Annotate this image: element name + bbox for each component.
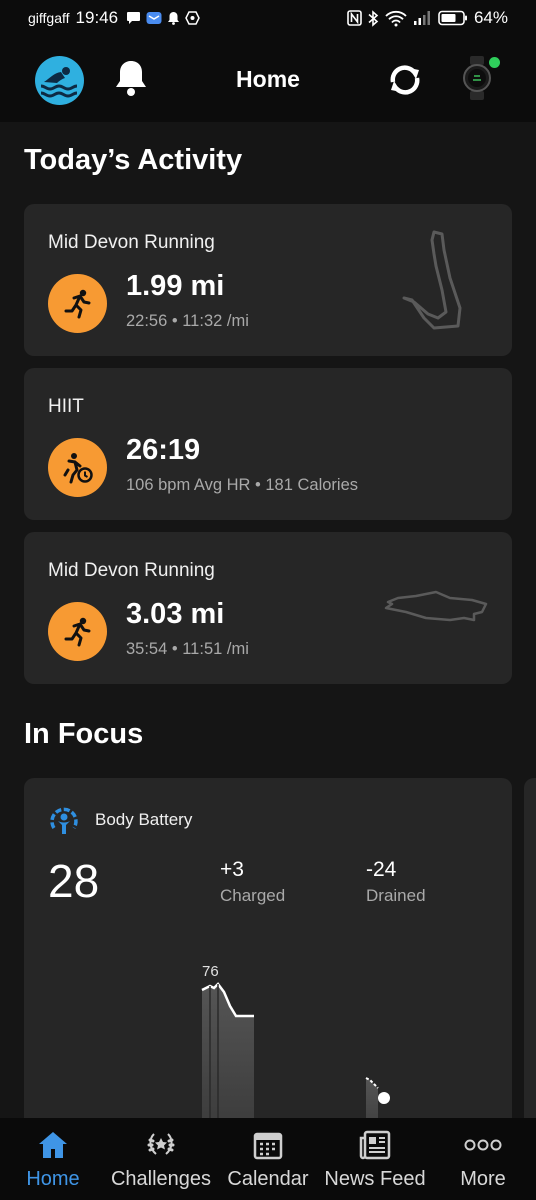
nav-calendar[interactable]: Calendar [213,1118,323,1200]
activity-name: HIIT [48,396,84,417]
nav-challenges-label: Challenges [110,1168,212,1190]
activity-details: 35:54 • 11:51 /mi [126,640,249,658]
app-notification-icon [185,10,200,25]
activity-name: Mid Devon Running [48,232,215,253]
activity-duration: 26:19 [126,434,201,466]
activity-card[interactable]: Mid Devon Running 1.99 mi 22:56 • 11:32 … [24,204,512,356]
mail-notification-icon [146,12,162,24]
activity-distance: 3.03 mi [126,598,225,630]
activity-details: 22:56 • 11:32 /mi [126,312,249,330]
device-connected-indicator [489,57,500,68]
laurel-icon [145,1130,177,1160]
app-header: Home [0,36,536,122]
signal-icon [413,11,430,25]
nfc-icon [347,10,362,26]
activity-name: Mid Devon Running [48,560,215,581]
status-bar: giffgaff 19:46 64% [0,0,536,36]
wifi-icon [385,10,407,26]
charged-value: +3 [220,858,244,881]
activity-distance: 1.99 mi [126,270,225,302]
activity-card[interactable]: Mid Devon Running 3.03 mi 35:54 • 11:51 … [24,532,512,684]
nav-home-label: Home [26,1168,80,1190]
nav-calendar-label: Calendar [227,1168,309,1190]
newsfeed-icon [359,1130,391,1160]
todays-activity-heading: Today’s Activity [24,144,243,176]
nav-more-label: More [460,1168,506,1190]
activity-card[interactable]: HIIT 26:19 106 bpm Avg HR • 181 Calories [24,368,512,520]
nav-more[interactable]: More [428,1118,536,1200]
battery-icon [438,10,467,26]
body-battery-chart: 76 [201,963,390,1138]
more-icon [464,1130,502,1160]
route-map [384,590,488,622]
charged-stat: +3 Charged [220,858,285,906]
nav-news-feed[interactable]: News Feed [320,1118,430,1200]
carrier-name: giffgaff [28,10,70,26]
charged-label: Charged [220,886,286,905]
clock: 19:46 [75,8,119,27]
next-focus-card-peek[interactable] [524,778,536,1138]
chat-notification-icon [127,12,141,24]
calendar-icon [253,1130,283,1160]
in-focus-heading: In Focus [24,718,144,750]
alarm-bell-icon [168,12,180,25]
hiit-icon [48,438,107,497]
sync-icon[interactable] [385,60,425,100]
bluetooth-icon [368,9,379,27]
activity-details: 106 bpm Avg HR • 181 Calories [126,476,359,494]
nav-news-feed-label: News Feed [324,1168,426,1190]
nav-challenges[interactable]: Challenges [106,1118,216,1200]
battery-percent: 64% [473,8,508,27]
running-icon [48,602,107,661]
body-battery-card[interactable]: Body Battery 28 +3 Charged -24 Drained 7… [24,778,512,1138]
nav-home[interactable]: Home [0,1118,108,1200]
watch-device-icon[interactable] [462,56,492,100]
body-battery-level: 28 [48,855,100,907]
body-battery-icon [48,804,80,836]
route-map [402,230,462,330]
body-battery-title: Body Battery [95,810,193,829]
page-title: Home [236,66,300,92]
bottom-navigation: Home Challenges Calendar News Feed More [0,1118,536,1200]
home-icon [37,1130,69,1160]
drained-value: -24 [366,858,397,881]
drained-stat: -24 Drained [366,858,426,906]
drained-label: Drained [366,886,426,905]
chart-current-point [378,1092,390,1104]
running-icon [48,274,107,333]
chart-peak-label: 76 [202,963,219,980]
